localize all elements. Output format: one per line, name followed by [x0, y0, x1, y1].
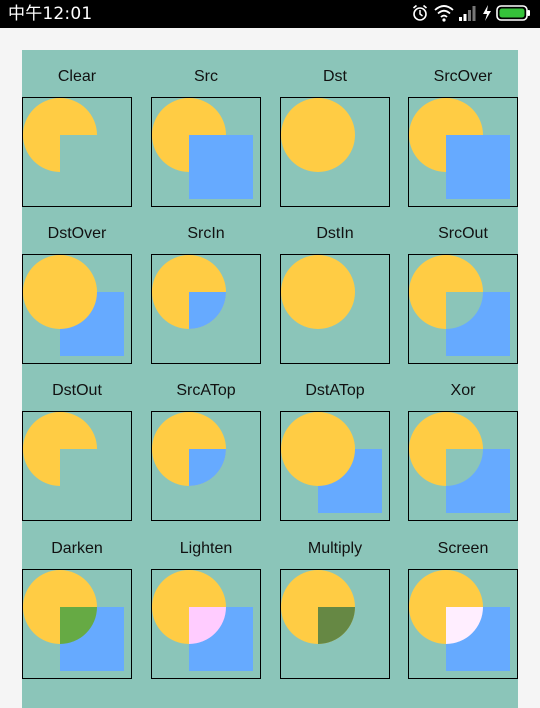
mode-preview-dstin — [281, 255, 355, 329]
wifi-icon — [434, 5, 454, 22]
mode-label-darken: Darken — [51, 540, 103, 557]
mode-cell-clear — [22, 97, 132, 207]
signal-icon — [459, 6, 476, 21]
mode-preview-dstatop — [281, 412, 382, 513]
mode-cell-dst — [280, 97, 390, 207]
mode-preview-darken — [23, 570, 124, 671]
mode-cell-darken — [22, 569, 132, 679]
mode-label-screen: Screen — [437, 540, 489, 557]
mode-label-srcover: SrcOver — [433, 68, 493, 85]
mode-label-xor: Xor — [450, 382, 476, 399]
mode-cell-srcout — [408, 254, 518, 364]
status-time: 中午12:01 — [8, 4, 93, 24]
mode-preview-xor — [409, 412, 510, 513]
mode-label-src: Src — [194, 68, 218, 85]
mode-cell-multiply — [280, 569, 390, 679]
mode-preview-clear — [23, 98, 97, 172]
mode-preview-src — [152, 98, 253, 199]
mode-label-clear: Clear — [57, 68, 97, 85]
mode-cell-screen — [408, 569, 518, 679]
mode-preview-screen — [409, 570, 510, 671]
mode-cell-dstout — [22, 411, 132, 521]
status-bar: 中午12:01 — [0, 0, 540, 28]
mode-preview-dst — [281, 98, 355, 172]
mode-preview-srcover — [409, 98, 510, 199]
mode-cell-srcover — [408, 97, 518, 207]
mode-preview-srcout — [409, 255, 510, 356]
charging-icon — [483, 5, 491, 21]
mode-preview-dstover — [23, 255, 124, 356]
mode-cell-xor — [408, 411, 518, 521]
mode-label-dstin: DstIn — [316, 225, 354, 242]
mode-label-dstatop: DstATop — [305, 382, 365, 399]
mode-label-dst: Dst — [323, 68, 347, 85]
mode-cell-dstin — [280, 254, 390, 364]
mode-label-srcatop: SrcATop — [176, 382, 236, 399]
mode-label-srcin: SrcIn — [187, 225, 225, 242]
mode-cell-srcin — [151, 254, 261, 364]
mode-preview-srcin — [152, 255, 226, 329]
mode-label-srcout: SrcOut — [438, 225, 488, 242]
alarm-icon — [412, 4, 428, 21]
mode-label-lighten: Lighten — [179, 540, 233, 557]
xfermode-panel: Clear Src Dst SrcOver DstOver SrcIn DstIn SrcOu… — [22, 50, 518, 708]
mode-label-dstover: DstOver — [47, 225, 107, 242]
mode-cell-src — [151, 97, 261, 207]
mode-cell-lighten — [151, 569, 261, 679]
status-icons — [412, 4, 534, 24]
mode-preview-dstout — [23, 412, 97, 486]
mode-preview-multiply — [281, 570, 355, 644]
mode-cell-dstatop — [280, 411, 390, 521]
mode-cell-dstover — [22, 254, 132, 364]
mode-label-dstout: DstOut — [52, 382, 102, 399]
mode-preview-srcatop — [152, 412, 226, 486]
battery-icon — [496, 5, 530, 21]
mode-cell-srcatop — [151, 411, 261, 521]
mode-preview-lighten — [152, 570, 253, 671]
mode-label-multiply: Multiply — [307, 540, 363, 557]
